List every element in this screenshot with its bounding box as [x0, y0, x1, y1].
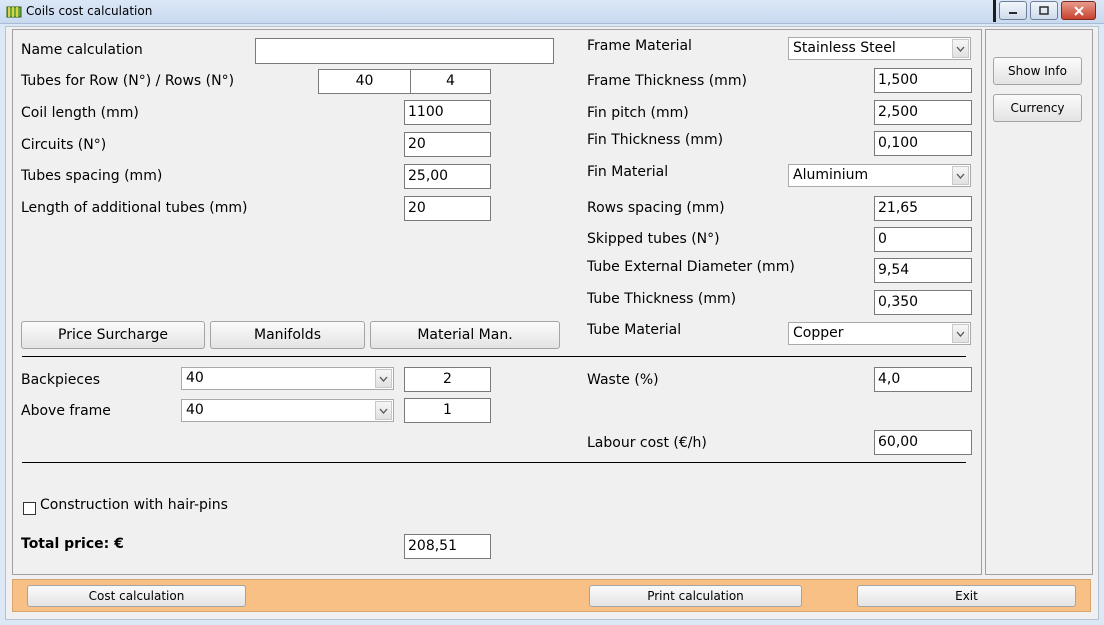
rows-input[interactable]: 4 [410, 69, 491, 94]
tube-material-value: Copper [793, 325, 844, 341]
labour-cost-input[interactable]: 60,00 [874, 430, 972, 455]
backpieces-select[interactable]: 40 [181, 367, 394, 390]
additional-tubes-input[interactable]: 20 [404, 196, 491, 221]
circuits-label: Circuits (N°) [21, 137, 107, 153]
chevron-down-icon[interactable] [952, 166, 969, 185]
minimize-icon [1009, 11, 1017, 14]
material-man-button[interactable]: Material Man. [370, 321, 560, 349]
print-calculation-button[interactable]: Print calculation [589, 585, 802, 607]
fin-material-select[interactable]: Aluminium [788, 164, 971, 187]
tube-thickness-input[interactable]: 0,350 [874, 290, 972, 315]
above-frame-select-value: 40 [186, 402, 204, 418]
skipped-tubes-input[interactable]: 0 [874, 227, 972, 252]
chevron-down-icon[interactable] [375, 369, 392, 388]
exit-button[interactable]: Exit [857, 585, 1076, 607]
coil-app-icon [6, 6, 22, 18]
chevron-down-icon[interactable] [375, 401, 392, 420]
coil-length-label: Coil length (mm) [21, 105, 139, 121]
backpieces-select-value: 40 [186, 370, 204, 386]
fin-pitch-input[interactable]: 2,500 [874, 100, 972, 125]
tubes-spacing-label: Tubes spacing (mm) [21, 168, 163, 184]
title-separator [993, 0, 996, 22]
show-info-button[interactable]: Show Info [993, 57, 1082, 85]
circuits-input[interactable]: 20 [404, 132, 491, 157]
hairpins-label: Construction with hair-pins [40, 497, 228, 513]
fin-thickness-input[interactable]: 0,100 [874, 131, 972, 156]
tube-external-diameter-input[interactable]: 9,54 [874, 258, 972, 283]
name-calculation-input[interactable] [255, 38, 554, 64]
rows-spacing-label: Rows spacing (mm) [587, 200, 725, 216]
frame-thickness-label: Frame Thickness (mm) [587, 73, 747, 89]
name-calculation-label: Name calculation [21, 42, 143, 58]
section-divider-bottom [22, 462, 966, 463]
waste-input[interactable]: 4,0 [874, 367, 972, 392]
frame-material-label: Frame Material [587, 38, 692, 54]
additional-tubes-label: Length of additional tubes (mm) [21, 200, 248, 216]
maximize-button[interactable] [1030, 1, 1058, 20]
skipped-tubes-label: Skipped tubes (N°) [587, 231, 720, 247]
close-icon [1073, 5, 1084, 16]
chevron-down-icon[interactable] [952, 39, 969, 58]
backpieces-label: Backpieces [21, 372, 100, 388]
title-bar [0, 0, 1104, 24]
frame-thickness-input[interactable]: 1,500 [874, 68, 972, 93]
fin-thickness-label: Fin Thickness (mm) [587, 132, 724, 148]
section-divider-top [22, 356, 966, 357]
backpieces-quantity-input[interactable]: 2 [404, 367, 491, 392]
above-frame-quantity-input[interactable]: 1 [404, 398, 491, 423]
chevron-down-icon[interactable] [952, 324, 969, 343]
waste-label: Waste (%) [587, 372, 659, 388]
above-frame-label: Above frame [21, 403, 111, 419]
fin-pitch-label: Fin pitch (mm) [587, 105, 689, 121]
hairpins-checkbox[interactable] [23, 502, 36, 515]
rows-spacing-input[interactable]: 21,65 [874, 196, 972, 221]
maximize-icon [1039, 5, 1049, 15]
price-surcharge-button[interactable]: Price Surcharge [21, 321, 205, 349]
tube-thickness-label: Tube Thickness (mm) [587, 291, 737, 307]
fin-material-value: Aluminium [793, 167, 869, 183]
frame-material-select[interactable]: Stainless Steel [788, 37, 971, 60]
tube-external-diameter-label: Tube External Diameter (mm) [587, 259, 795, 275]
tubes-rows-label: Tubes for Row (N°) / Rows (N°) [21, 73, 235, 89]
currency-button[interactable]: Currency [993, 94, 1082, 122]
main-panel [12, 29, 982, 575]
minimize-button[interactable] [999, 1, 1027, 20]
tubes-spacing-input[interactable]: 25,00 [404, 164, 491, 189]
frame-material-value: Stainless Steel [793, 40, 896, 56]
manifolds-button[interactable]: Manifolds [210, 321, 365, 349]
cost-calculation-button[interactable]: Cost calculation [27, 585, 246, 607]
labour-cost-label: Labour cost (€/h) [587, 435, 707, 451]
close-button[interactable] [1061, 1, 1096, 20]
tube-material-select[interactable]: Copper [788, 322, 971, 345]
total-price-value: 208,51 [404, 534, 491, 559]
total-price-label: Total price: € [21, 536, 124, 552]
tube-material-label: Tube Material [587, 322, 682, 338]
tubes-per-row-input[interactable]: 40 [318, 69, 411, 94]
coil-length-input[interactable]: 1100 [404, 100, 491, 125]
fin-material-label: Fin Material [587, 164, 669, 180]
window-title: Coils cost calculation [26, 4, 153, 18]
above-frame-select[interactable]: 40 [181, 399, 394, 422]
